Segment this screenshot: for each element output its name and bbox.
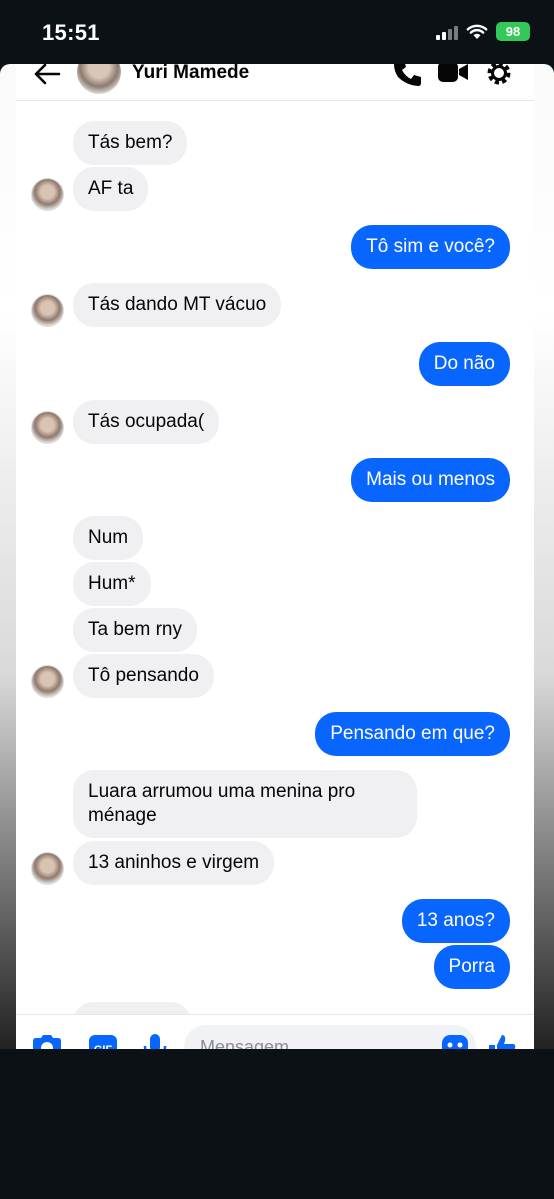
video-call-icon[interactable]: [437, 64, 469, 86]
wifi-icon: [466, 24, 488, 39]
message-incoming[interactable]: AF ta: [73, 167, 149, 211]
message-list[interactable]: Tás bem? AF ta Tô sim e você? Tás dando …: [16, 64, 534, 1049]
conversation-header: Yuri Mamede: [16, 64, 534, 101]
message-composer: GIF: [16, 1014, 534, 1049]
message-incoming[interactable]: Tás bem?: [73, 121, 188, 165]
message-incoming[interactable]: Tás ocupada(: [73, 400, 220, 444]
phone-call-icon[interactable]: [392, 64, 424, 88]
conversation-panel: Tás bem? AF ta Tô sim e você? Tás dando …: [16, 64, 534, 1049]
microphone-icon[interactable]: [142, 1033, 168, 1049]
svg-text:GIF: GIF: [94, 1044, 113, 1049]
contact-name[interactable]: Yuri Mamede: [132, 64, 249, 84]
contact-avatar[interactable]: [31, 294, 64, 327]
status-time: 15:51: [42, 20, 100, 45]
message-outgoing[interactable]: Tô sim e você?: [351, 225, 510, 269]
gif-icon[interactable]: GIF: [88, 1033, 118, 1049]
message-outgoing[interactable]: Do não: [418, 342, 510, 386]
contact-avatar[interactable]: [31, 178, 64, 211]
message-input[interactable]: [184, 1025, 476, 1049]
camera-icon[interactable]: [30, 1033, 64, 1049]
status-bar: 15:51 98: [0, 0, 554, 64]
message-incoming[interactable]: Ta bem rny: [73, 608, 197, 652]
message-incoming[interactable]: Num: [73, 516, 144, 560]
contact-avatar[interactable]: [31, 852, 64, 885]
message-outgoing[interactable]: Pensando em que?: [315, 712, 510, 756]
message-outgoing[interactable]: 13 anos?: [401, 899, 510, 943]
thumbs-up-icon[interactable]: [486, 1031, 518, 1049]
status-icons: 98: [436, 22, 530, 41]
back-arrow-icon[interactable]: [32, 64, 62, 86]
contact-avatar[interactable]: [31, 665, 64, 698]
contact-avatar[interactable]: [77, 64, 121, 94]
message-incoming[interactable]: Tás dando MT vácuo: [73, 283, 282, 327]
message-incoming[interactable]: Tô pensando: [73, 654, 214, 698]
message-outgoing[interactable]: Mais ou menos: [351, 458, 510, 502]
message-incoming[interactable]: 13 aninhos e virgem: [73, 841, 275, 885]
message-incoming[interactable]: Luara arrumou uma menina pro ménage: [73, 770, 417, 838]
cellular-signal-icon: [436, 24, 458, 40]
battery-indicator: 98: [496, 22, 530, 41]
emoji-icon[interactable]: [440, 1033, 470, 1049]
settings-gear-icon[interactable]: [484, 64, 514, 88]
message-outgoing[interactable]: Porra: [433, 945, 510, 989]
message-incoming[interactable]: Hum*: [73, 562, 151, 606]
contact-avatar[interactable]: [31, 411, 64, 444]
messenger-screen: Tás bem? AF ta Tô sim e você? Tás dando …: [0, 64, 554, 1049]
